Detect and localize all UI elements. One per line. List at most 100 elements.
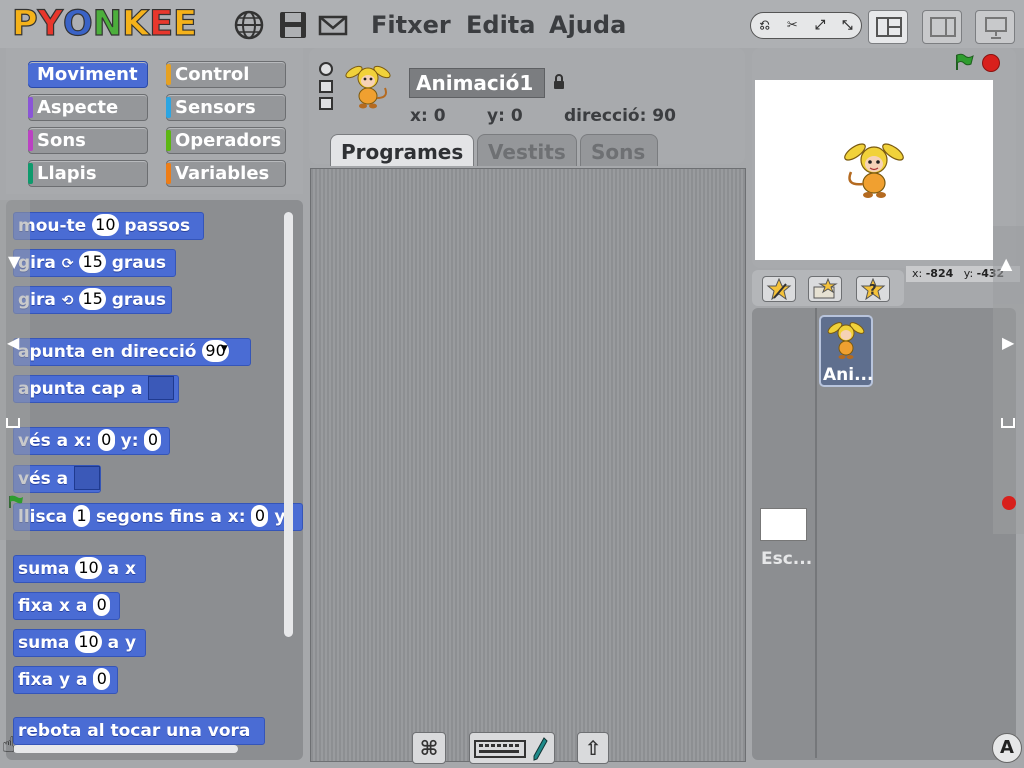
block-turn-right[interactable]: gira ⟳ 15 graus xyxy=(13,249,176,277)
seconds-input[interactable]: 1 xyxy=(73,504,91,527)
stop-icon[interactable] xyxy=(982,54,1000,72)
stage-canvas[interactable] xyxy=(755,80,993,260)
turn-right-icon: ⟳ xyxy=(61,256,74,272)
number-input[interactable]: 15 xyxy=(79,287,106,310)
block-text: fixa x a xyxy=(18,596,88,616)
block-set-y[interactable]: fixa y a 0 xyxy=(13,666,118,694)
script-area[interactable] xyxy=(310,168,746,762)
block-bounce-edge[interactable]: rebota al tocar una vora xyxy=(13,717,265,745)
x-value: 0 xyxy=(433,106,446,126)
block-text: suma xyxy=(18,559,70,579)
green-flag-icon[interactable] xyxy=(8,494,24,508)
number-input[interactable]: 10 xyxy=(75,556,102,579)
block-go-to-xy[interactable]: vés a x: 0 y: 0 xyxy=(13,427,170,455)
sprite-thumb-selected[interactable]: Ani... xyxy=(819,315,873,387)
no-rotate-icon[interactable] xyxy=(319,97,333,110)
mail-icon[interactable] xyxy=(318,10,348,40)
rotate-all-icon[interactable] xyxy=(319,62,333,76)
chevron-right-icon[interactable]: ▶ xyxy=(1002,333,1014,352)
grow-icon[interactable]: ⤢ xyxy=(815,18,825,33)
stop-icon[interactable] xyxy=(1002,496,1016,510)
shift-arrow-icon: ⇧ xyxy=(584,736,602,760)
paint-new-sprite-button[interactable] xyxy=(762,276,796,302)
layout-small-stage-button[interactable] xyxy=(922,10,962,44)
pencil-icon xyxy=(533,737,548,761)
resize-handle-left-icon[interactable] xyxy=(6,418,20,428)
monkey-sprite[interactable] xyxy=(841,138,907,200)
resize-handle-right-icon[interactable] xyxy=(1001,418,1015,428)
shrink-icon[interactable]: ⤡ xyxy=(842,18,852,33)
flip-lr-icon[interactable] xyxy=(319,80,333,93)
block-set-x[interactable]: fixa x a 0 xyxy=(13,592,120,620)
menu-file[interactable]: Fitxer xyxy=(371,11,451,39)
folder-star-icon xyxy=(813,277,838,299)
turn-left-icon: ⟲ xyxy=(61,293,74,309)
hand-pointer-icon[interactable]: ☝ xyxy=(2,733,30,763)
choose-sprite-file-button[interactable] xyxy=(808,276,842,302)
number-input[interactable]: 0 xyxy=(93,667,111,690)
sprite-name-field[interactable]: Animació1 xyxy=(409,68,545,98)
scissors-icon[interactable]: ✂ xyxy=(787,18,798,33)
block-move-steps[interactable]: mou-te 10 passos xyxy=(13,212,204,240)
logo-letter: P xyxy=(11,3,38,44)
menu-edit[interactable]: Edita xyxy=(466,11,535,39)
block-glide[interactable]: llisca 1 segons fins a x: 0 y: xyxy=(13,503,303,531)
svg-text:?: ? xyxy=(869,283,877,298)
y-input[interactable]: 0 xyxy=(144,428,162,451)
category-sensing[interactable]: Sensors xyxy=(166,94,286,121)
number-input[interactable]: 0 xyxy=(93,593,111,616)
block-text: graus xyxy=(111,290,166,310)
direction-label: direcció: xyxy=(564,106,647,126)
category-variables[interactable]: Variables xyxy=(166,160,286,187)
shift-key-button[interactable]: ⇧ xyxy=(577,732,609,764)
chevron-up-icon[interactable]: ▲ xyxy=(1000,254,1012,273)
save-icon[interactable] xyxy=(278,10,308,40)
tab-costumes[interactable]: Vestits xyxy=(477,134,577,166)
font-size-icon[interactable]: A xyxy=(992,733,1022,763)
edit-mode-toolbar: ⎌ ✂ ⤢ ⤡ xyxy=(750,12,862,39)
corral-divider xyxy=(815,308,817,758)
green-flag-icon[interactable] xyxy=(954,53,974,71)
random-sprite-button[interactable]: ? xyxy=(856,276,890,302)
globe-icon[interactable] xyxy=(234,10,264,40)
presentation-mode-button[interactable] xyxy=(975,10,1015,44)
block-change-x[interactable]: suma 10 a x xyxy=(13,555,146,583)
block-point-direction[interactable]: apunta en direcció 90▼ xyxy=(13,338,251,366)
stamp-icon[interactable]: ⎌ xyxy=(759,18,769,33)
left-edge-handle[interactable] xyxy=(0,200,30,540)
lock-icon[interactable] xyxy=(553,74,565,90)
number-input[interactable]: 10 xyxy=(92,213,119,236)
number-input[interactable]: 10 xyxy=(75,630,102,653)
block-change-y[interactable]: suma 10 a y xyxy=(13,629,146,657)
stage-thumb[interactable] xyxy=(760,508,807,541)
tab-sounds[interactable]: Sons xyxy=(580,134,658,166)
category-sound[interactable]: Sons xyxy=(28,127,148,154)
category-control[interactable]: Control xyxy=(166,61,286,88)
palette-vertical-scrollbar[interactable] xyxy=(284,212,293,637)
category-pen[interactable]: Llapis xyxy=(28,160,148,187)
layout-normal-button[interactable] xyxy=(868,10,908,44)
chevron-down-icon[interactable]: ▼ xyxy=(8,252,20,271)
category-operators[interactable]: Operadors xyxy=(166,127,286,154)
command-icon: ⌘ xyxy=(419,736,439,760)
category-looks[interactable]: Aspecte xyxy=(28,94,148,121)
command-key-button[interactable]: ⌘ xyxy=(412,732,446,764)
x-input[interactable]: 0 xyxy=(251,504,269,527)
mouse-y-label: y: xyxy=(963,267,974,280)
dropdown-arrow-icon[interactable]: ▼ xyxy=(221,344,228,354)
pyonkee-logo: PYONKEE xyxy=(11,3,197,44)
mouse-x-value: -824 xyxy=(925,267,954,280)
palette-horizontal-scrollbar[interactable] xyxy=(13,745,238,753)
category-motion[interactable]: Moviment xyxy=(28,61,148,88)
direction-value: 90 xyxy=(652,106,676,126)
chevron-left-icon[interactable]: ◀ xyxy=(7,333,19,352)
tab-scripts[interactable]: Programes xyxy=(330,134,474,166)
target-dropdown[interactable] xyxy=(74,465,101,490)
block-point-towards[interactable]: apunta cap a xyxy=(13,375,179,403)
x-input[interactable]: 0 xyxy=(97,428,115,451)
menu-help[interactable]: Ajuda xyxy=(549,11,626,39)
number-input[interactable]: 15 xyxy=(79,250,106,273)
block-turn-left[interactable]: gira ⟲ 15 graus xyxy=(13,286,172,314)
keyboard-button[interactable] xyxy=(469,732,555,764)
target-dropdown[interactable] xyxy=(148,375,175,400)
